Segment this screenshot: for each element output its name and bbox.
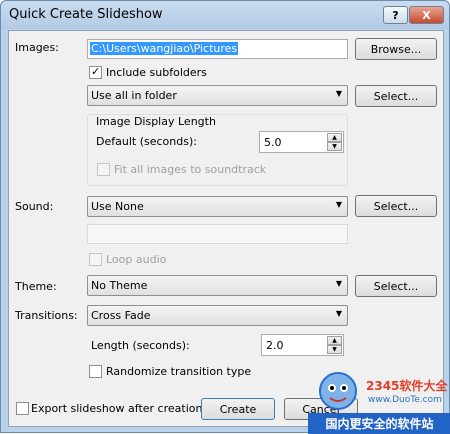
transitions-value: Cross Fade bbox=[91, 309, 151, 322]
include-subfolders-checkbox[interactable]: ✓ bbox=[89, 65, 102, 79]
fit-to-soundtrack-checkbox[interactable] bbox=[97, 163, 110, 176]
image-display-length-heading: Image Display Length bbox=[96, 115, 216, 128]
watermark-banner: 国内更安全的软件站 bbox=[308, 413, 450, 434]
default-seconds-value: 5.0 bbox=[264, 136, 282, 149]
default-seconds-label: Default (seconds): bbox=[96, 135, 197, 148]
title-bar[interactable]: Quick Create Slideshow ? X bbox=[1, 1, 449, 29]
sound-label: Sound: bbox=[15, 200, 54, 213]
export-after-creation-label: Export slideshow after creation bbox=[31, 402, 203, 415]
create-button[interactable]: Create bbox=[201, 398, 275, 420]
help-button[interactable]: ? bbox=[383, 6, 408, 24]
theme-value: No Theme bbox=[91, 279, 148, 292]
spin-up-arrow-icon[interactable]: ▲ bbox=[327, 336, 342, 345]
images-path-text: C:\Users\wangjiao\Pictures bbox=[90, 42, 239, 55]
include-subfolders-label: Include subfolders bbox=[106, 66, 207, 79]
default-seconds-spinner[interactable]: 5.0 ▲ ▼ bbox=[259, 131, 344, 153]
theme-select-button[interactable]: Select... bbox=[355, 275, 437, 297]
sound-info-box bbox=[87, 224, 348, 244]
transitions-label: Transitions: bbox=[15, 309, 78, 322]
dropdown-arrow-icon: ▼ bbox=[335, 309, 342, 318]
loop-audio-label: Loop audio bbox=[106, 253, 167, 266]
transitions-dropdown[interactable]: Cross Fade ▼ bbox=[87, 305, 348, 326]
browse-button[interactable]: Browse... bbox=[355, 38, 437, 60]
images-path-input[interactable]: C:\Users\wangjiao\Pictures bbox=[87, 39, 348, 59]
spin-down-arrow-icon[interactable]: ▼ bbox=[327, 142, 342, 151]
dialog-window: Quick Create Slideshow ? X Images: C:\Us… bbox=[0, 0, 450, 434]
randomize-transition-label: Randomize transition type bbox=[106, 365, 252, 378]
loop-audio-checkbox[interactable] bbox=[89, 253, 102, 266]
mascot-icon bbox=[319, 372, 357, 410]
spin-up-arrow-icon[interactable]: ▲ bbox=[327, 133, 342, 142]
images-label: Images: bbox=[15, 41, 59, 54]
fit-to-soundtrack-label: Fit all images to soundtrack bbox=[114, 163, 267, 176]
dropdown-arrow-icon: ▼ bbox=[335, 279, 342, 288]
dropdown-arrow-icon: ▼ bbox=[335, 89, 342, 98]
watermark: 2345软件大全 www.DuoTe.com 国内更安全的软件站 bbox=[308, 365, 450, 434]
sound-dropdown[interactable]: Use None ▼ bbox=[87, 196, 348, 217]
dropdown-arrow-icon: ▼ bbox=[335, 200, 342, 209]
watermark-brand: 2345软件大全 bbox=[366, 379, 448, 393]
watermark-url: www.DuoTe.com bbox=[368, 395, 442, 405]
checkmark-icon: ✓ bbox=[91, 65, 101, 78]
theme-label: Theme: bbox=[15, 280, 57, 293]
sound-select-button[interactable]: Select... bbox=[355, 195, 437, 217]
images-select-button[interactable]: Select... bbox=[355, 85, 437, 107]
window-title: Quick Create Slideshow bbox=[9, 7, 163, 22]
randomize-transition-checkbox[interactable] bbox=[89, 365, 102, 378]
theme-dropdown[interactable]: No Theme ▼ bbox=[87, 275, 348, 296]
export-after-creation-checkbox[interactable] bbox=[16, 402, 29, 415]
sound-value: Use None bbox=[91, 200, 144, 213]
transition-length-label: Length (seconds): bbox=[91, 339, 190, 352]
images-mode-value: Use all in folder bbox=[91, 89, 177, 102]
close-button[interactable]: X bbox=[409, 6, 444, 24]
transition-length-spinner[interactable]: 2.0 ▲ ▼ bbox=[261, 334, 344, 356]
transition-length-value: 2.0 bbox=[266, 339, 284, 352]
spin-down-arrow-icon[interactable]: ▼ bbox=[327, 345, 342, 354]
images-mode-dropdown[interactable]: Use all in folder ▼ bbox=[87, 85, 348, 106]
